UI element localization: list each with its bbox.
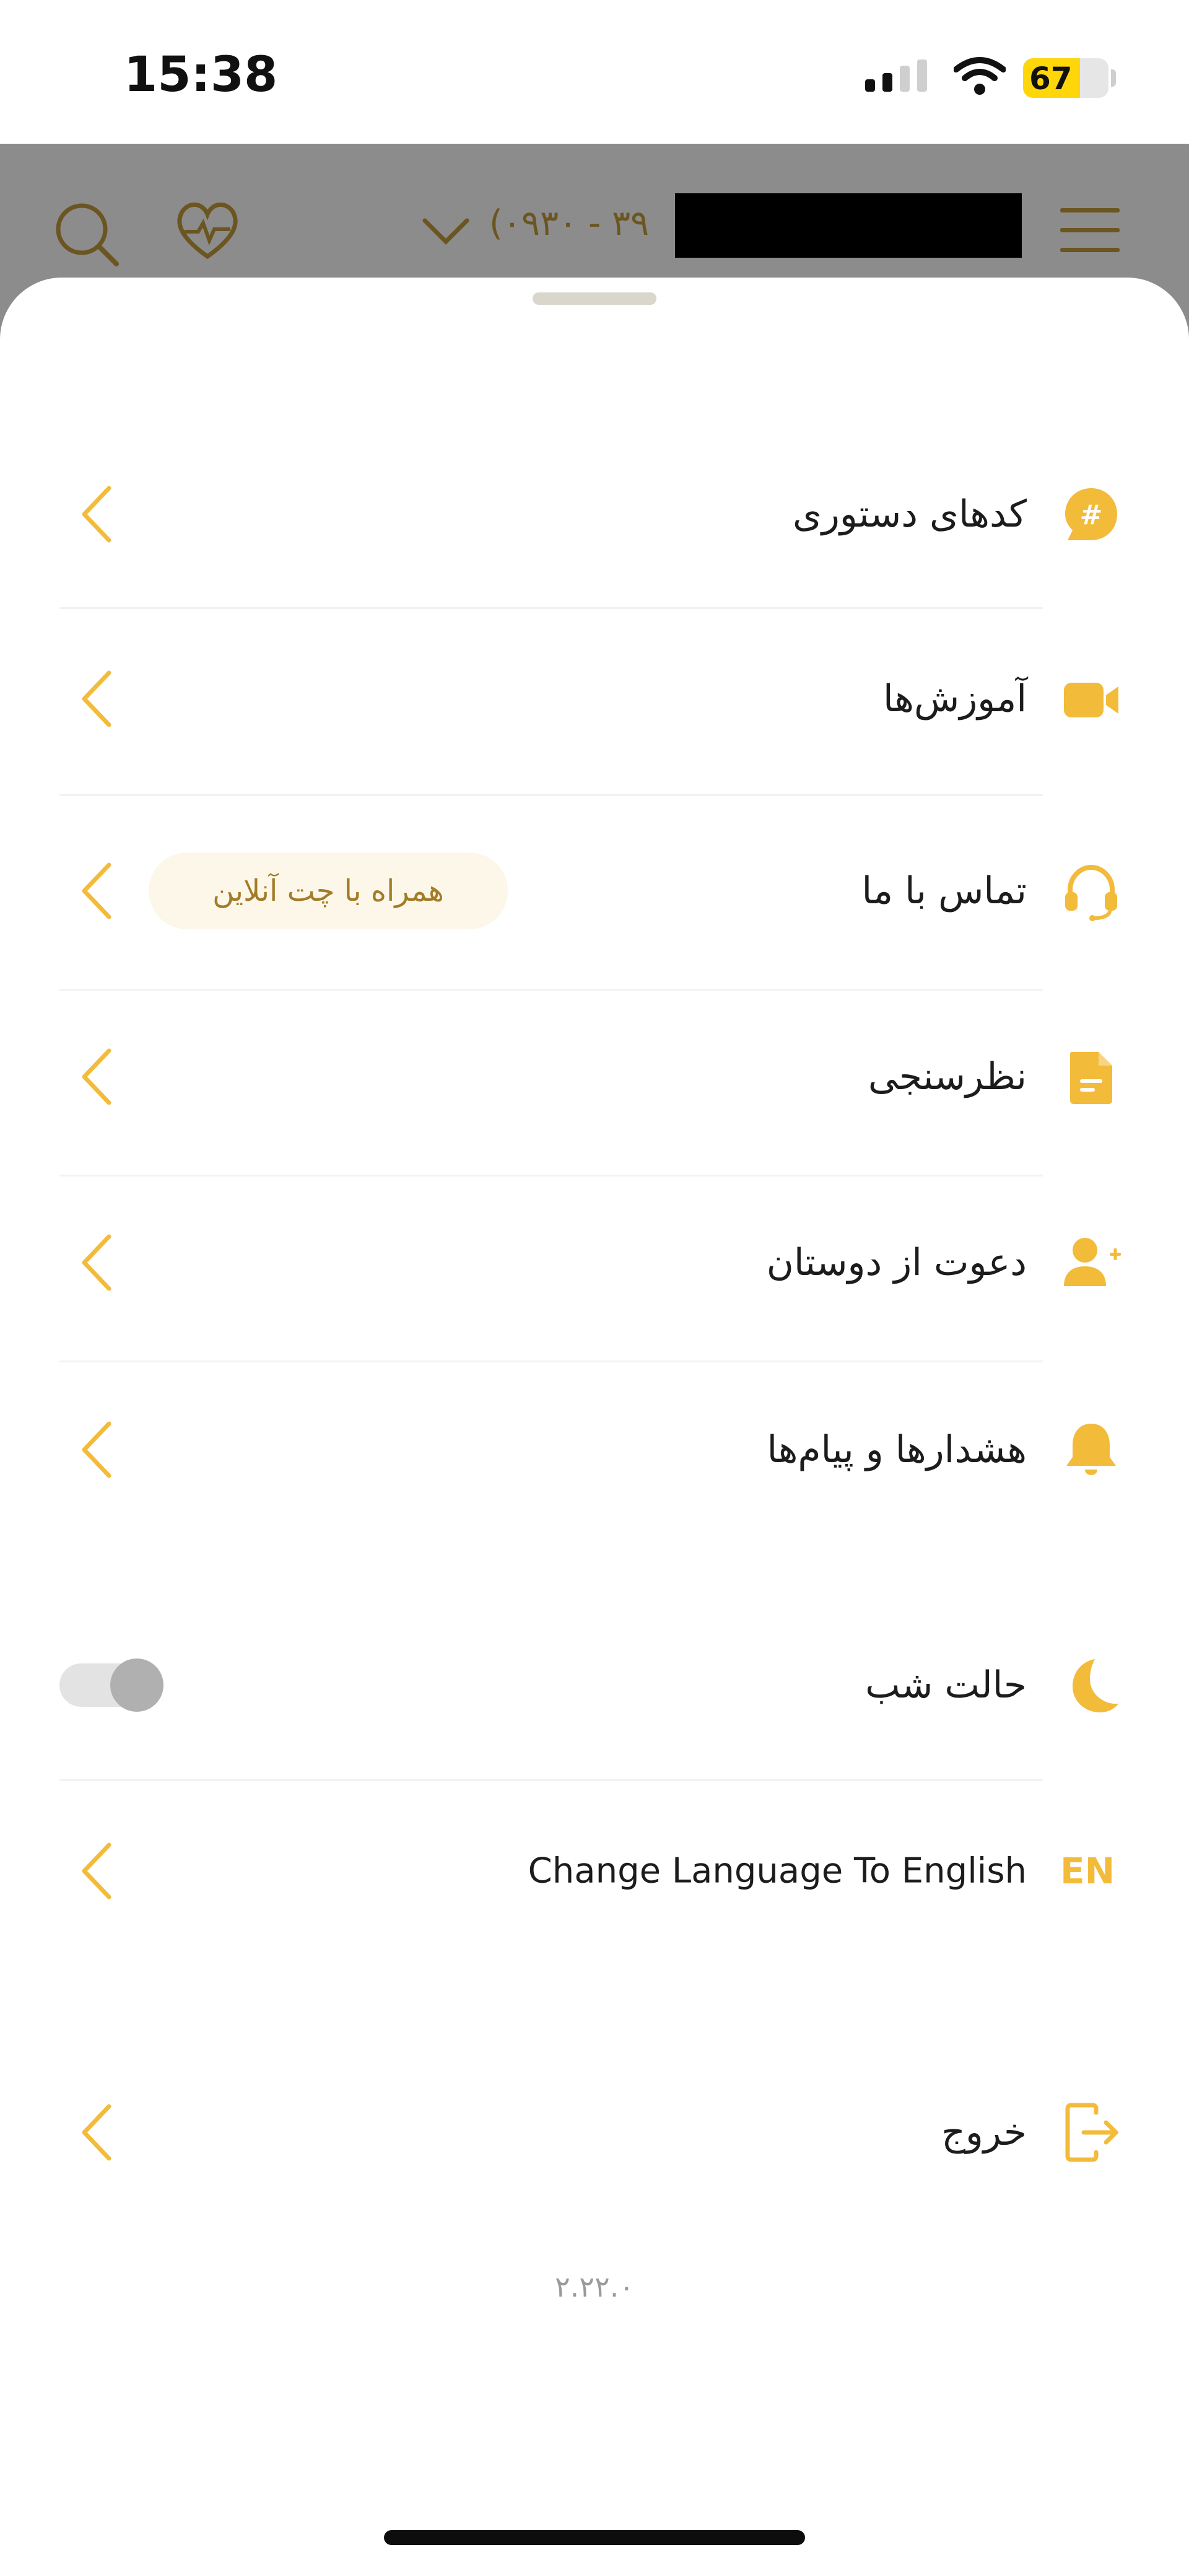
- night-mode-label: حالت شب: [865, 1663, 1027, 1707]
- chevron-left-icon: [82, 1421, 111, 1478]
- search-icon[interactable]: [52, 199, 120, 268]
- app-version: ۲.۲۲.۰: [554, 2270, 635, 2303]
- divider: [59, 1779, 1043, 1781]
- home-indicator[interactable]: [384, 2530, 805, 2545]
- chevron-left-icon: [82, 2104, 111, 2161]
- status-time: 15:38: [124, 47, 278, 103]
- battery-indicator: 67: [1023, 58, 1108, 98]
- svg-text:#: #: [1080, 499, 1103, 531]
- chevron-left-icon: [82, 486, 111, 543]
- wifi-icon: [954, 57, 1006, 95]
- menu-item-change-language[interactable]: EN Change Language To English: [0, 1797, 1189, 1945]
- redacted-block: [675, 193, 1022, 258]
- divider: [59, 1360, 1043, 1362]
- cellular-signal-icon: [865, 59, 927, 92]
- divider: [59, 989, 1043, 991]
- moon-icon: [1073, 1659, 1118, 1712]
- chevron-left-icon: [82, 1842, 111, 1899]
- menu-item-label: تماس با ما: [861, 869, 1027, 913]
- screen: 15:38 67 (۰۹۳۰ - ۳۹ # کدهای دستوری آموزش…: [0, 0, 1189, 2576]
- menu-item-contact-us[interactable]: تماس با ما همراه با چت آنلاین: [0, 817, 1189, 965]
- bell-icon: [1066, 1424, 1116, 1475]
- add-user-icon: [1064, 1238, 1121, 1286]
- change-language-label: Change Language To English: [528, 1851, 1027, 1891]
- night-mode-toggle[interactable]: [59, 1658, 163, 1712]
- heart-pulse-icon[interactable]: [173, 199, 242, 261]
- menu-item-invite-friends[interactable]: دعوت از دوستان: [0, 1188, 1189, 1337]
- chevron-left-icon: [82, 670, 111, 727]
- video-camera-icon: [1064, 683, 1118, 717]
- chevron-left-icon: [82, 1048, 111, 1105]
- toggle-knob: [110, 1658, 163, 1712]
- online-chat-badge: همراه با چت آنلاین: [149, 852, 508, 929]
- language-en-icon: EN: [1060, 1850, 1115, 1892]
- hamburger-menu-icon[interactable]: [1060, 206, 1120, 255]
- menu-item-label: کدهای دستوری: [792, 493, 1027, 536]
- logout-label: خروج: [941, 2111, 1027, 2154]
- chevron-left-icon: [82, 862, 111, 919]
- menu-item-command-codes[interactable]: # کدهای دستوری: [0, 440, 1189, 589]
- menu-item-label: آموزش‌ها: [883, 677, 1027, 721]
- menu-item-tutorials[interactable]: آموزش‌ها: [0, 624, 1189, 773]
- sheet-drag-handle[interactable]: [533, 292, 656, 305]
- account-phone-number[interactable]: (۰۹۳۰ - ۳۹: [489, 203, 649, 243]
- menu-item-survey[interactable]: نظرسنجی: [0, 1002, 1189, 1151]
- battery-cap: [1111, 69, 1116, 87]
- divider: [59, 794, 1043, 796]
- menu-item-logout[interactable]: خروج: [0, 2058, 1189, 2207]
- divider: [59, 607, 1043, 609]
- headset-icon: [1065, 864, 1117, 921]
- menu-item-alerts-messages[interactable]: هشدارها و پیام‌ها: [0, 1375, 1189, 1524]
- status-bar: 15:38 67: [0, 0, 1189, 144]
- logout-icon: [1065, 2103, 1118, 2162]
- divider: [59, 1175, 1043, 1176]
- menu-item-night-mode: حالت شب: [0, 1611, 1189, 1759]
- menu-item-label: هشدارها و پیام‌ها: [767, 1428, 1027, 1471]
- document-icon: [1070, 1052, 1112, 1104]
- menu-sheet: # کدهای دستوری آموزش‌ها: [0, 278, 1189, 2576]
- menu-item-label: نظرسنجی: [868, 1055, 1027, 1098]
- menu-item-label: دعوت از دوستان: [766, 1241, 1027, 1284]
- chevron-left-icon: [82, 1234, 111, 1291]
- battery-level: 67: [1029, 61, 1073, 97]
- chevron-down-icon[interactable]: [421, 216, 471, 247]
- hash-chat-icon: #: [1065, 488, 1117, 540]
